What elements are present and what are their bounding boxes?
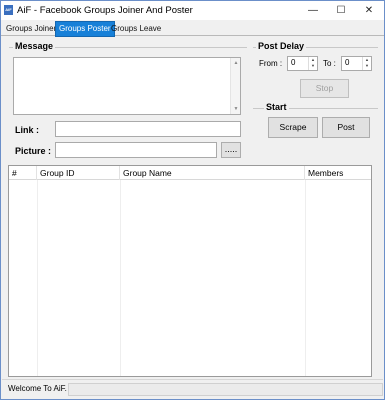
status-text: Welcome To AiF. — [8, 384, 67, 393]
to-label: To : — [323, 59, 336, 68]
spin-down-icon[interactable]: ▼ — [363, 63, 371, 69]
tab-groups-poster[interactable]: Groups Poster — [55, 21, 115, 37]
picture-label: Picture : — [15, 146, 52, 156]
stop-button[interactable]: Stop — [300, 79, 349, 98]
from-spinner-arrows[interactable]: ▲ ▼ — [308, 57, 317, 70]
maximize-button[interactable]: ☐ — [327, 1, 355, 20]
scroll-up-icon[interactable]: ▲ — [231, 58, 241, 68]
column-header-index[interactable]: # — [9, 166, 37, 180]
tab-groups-joiner[interactable]: Groups Joiner — [3, 22, 59, 36]
post-delay-group-title: Post Delay — [256, 41, 307, 51]
post-button[interactable]: Post — [322, 117, 370, 138]
column-divider — [120, 180, 121, 376]
window-title: AiF - Facebook Groups Joiner And Poster — [17, 5, 193, 16]
from-delay-spinner[interactable]: 0 ▲ ▼ — [287, 56, 318, 71]
table-header: # Group ID Group Name Members — [9, 166, 371, 180]
to-spinner-arrows[interactable]: ▲ ▼ — [362, 57, 371, 70]
message-group-title: Message — [13, 41, 56, 51]
column-divider — [37, 180, 38, 376]
close-button[interactable]: ✕ — [355, 1, 383, 20]
column-header-members[interactable]: Members — [305, 166, 371, 180]
column-header-group-id[interactable]: Group ID — [37, 166, 120, 180]
groups-table[interactable]: # Group ID Group Name Members — [8, 165, 372, 377]
link-input[interactable] — [55, 121, 241, 137]
title-bar[interactable]: AiF AiF - Facebook Groups Joiner And Pos… — [1, 1, 384, 20]
picture-input[interactable] — [55, 142, 217, 158]
from-label: From : — [259, 59, 283, 68]
from-delay-value: 0 — [291, 58, 296, 67]
column-header-group-name[interactable]: Group Name — [120, 166, 305, 180]
spin-down-icon[interactable]: ▼ — [309, 63, 317, 69]
minimize-button[interactable]: — — [299, 1, 327, 20]
to-delay-spinner[interactable]: 0 ▲ ▼ — [341, 56, 372, 71]
to-delay-value: 0 — [345, 58, 350, 67]
column-divider — [305, 180, 306, 376]
status-bar: Welcome To AiF. — [2, 379, 383, 397]
status-progress-bar — [68, 383, 383, 396]
link-label: Link : — [15, 125, 39, 135]
scrape-button[interactable]: Scrape — [268, 117, 318, 138]
message-scrollbar[interactable]: ▲ ▼ — [230, 58, 240, 114]
scroll-down-icon[interactable]: ▼ — [231, 104, 241, 114]
tab-strip: Groups Joiner Groups Poster Groups Leave — [1, 20, 384, 37]
tab-groups-leave[interactable]: Groups Leave — [108, 22, 164, 36]
message-textarea[interactable]: ▲ ▼ — [13, 57, 241, 115]
browse-picture-button[interactable]: ..... — [221, 142, 241, 158]
start-group-title: Start — [264, 102, 289, 112]
main-window: AiF AiF - Facebook Groups Joiner And Pos… — [0, 0, 385, 400]
app-icon: AiF — [4, 5, 13, 15]
